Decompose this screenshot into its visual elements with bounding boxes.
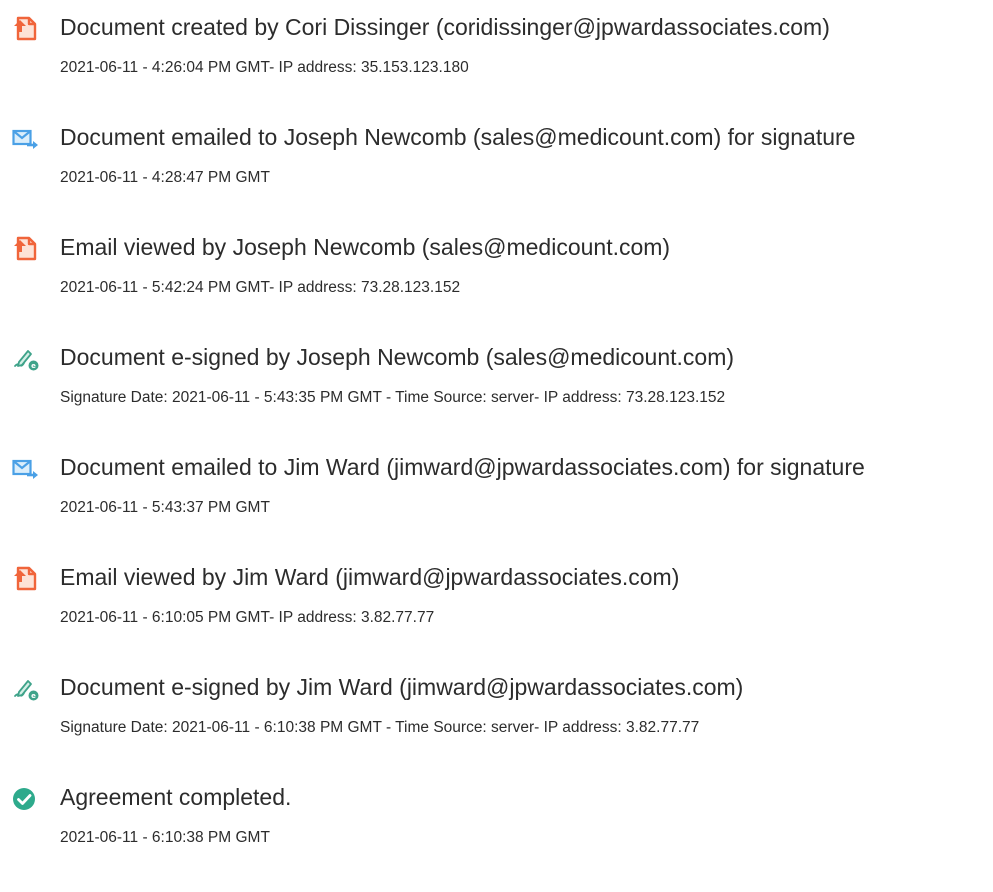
history-event: Document emailed to Joseph Newcomb (sale… (12, 122, 987, 232)
history-event: Document created by Cori Dissinger (cori… (12, 12, 987, 122)
email-viewed-icon (12, 566, 40, 592)
event-detail: Signature Date: 2021-06-11 - 6:10:38 PM … (60, 719, 700, 736)
e-signed-icon: e (12, 346, 40, 372)
document-emailed-icon (12, 126, 40, 152)
event-title: Email viewed by Joseph Newcomb (sales@me… (60, 234, 671, 260)
event-detail: 2021-06-11 - 6:10:38 PM GMT (60, 829, 270, 846)
event-title: Document emailed to Jim Ward (jimward@jp… (60, 454, 865, 480)
event-title: Document e-signed by Jim Ward (jimward@j… (60, 674, 744, 700)
history-event: e Document e-signed by Joseph Newcomb (s… (12, 342, 987, 452)
audit-history-list: Document created by Cori Dissinger (cori… (12, 12, 987, 892)
event-title: Email viewed by Jim Ward (jimward@jpward… (60, 564, 680, 590)
history-event: Document emailed to Jim Ward (jimward@jp… (12, 452, 987, 562)
agreement-completed-icon (12, 786, 40, 812)
svg-text:e: e (31, 362, 36, 370)
event-detail: Signature Date: 2021-06-11 - 5:43:35 PM … (60, 389, 726, 406)
svg-text:e: e (31, 692, 36, 700)
history-event: Email viewed by Jim Ward (jimward@jpward… (12, 562, 987, 672)
event-title: Document emailed to Joseph Newcomb (sale… (60, 124, 856, 150)
document-created-icon (12, 16, 40, 42)
event-detail: 2021-06-11 - 4:28:47 PM GMT (60, 169, 270, 186)
history-event: e Document e-signed by Jim Ward (jimward… (12, 672, 987, 782)
event-detail: 2021-06-11 - 4:26:04 PM GMT- IP address:… (60, 59, 469, 76)
history-event: Email viewed by Joseph Newcomb (sales@me… (12, 232, 987, 342)
event-detail: 2021-06-11 - 5:42:24 PM GMT- IP address:… (60, 279, 461, 296)
email-viewed-icon (12, 236, 40, 262)
event-title: Document created by Cori Dissinger (cori… (60, 14, 830, 40)
e-signed-icon: e (12, 676, 40, 702)
history-event: Agreement completed. 2021-06-11 - 6:10:3… (12, 782, 987, 892)
event-detail: 2021-06-11 - 6:10:05 PM GMT- IP address:… (60, 609, 435, 626)
document-emailed-icon (12, 456, 40, 482)
event-detail: 2021-06-11 - 5:43:37 PM GMT (60, 499, 270, 516)
event-title: Document e-signed by Joseph Newcomb (sal… (60, 344, 735, 370)
event-title: Agreement completed. (60, 784, 292, 810)
